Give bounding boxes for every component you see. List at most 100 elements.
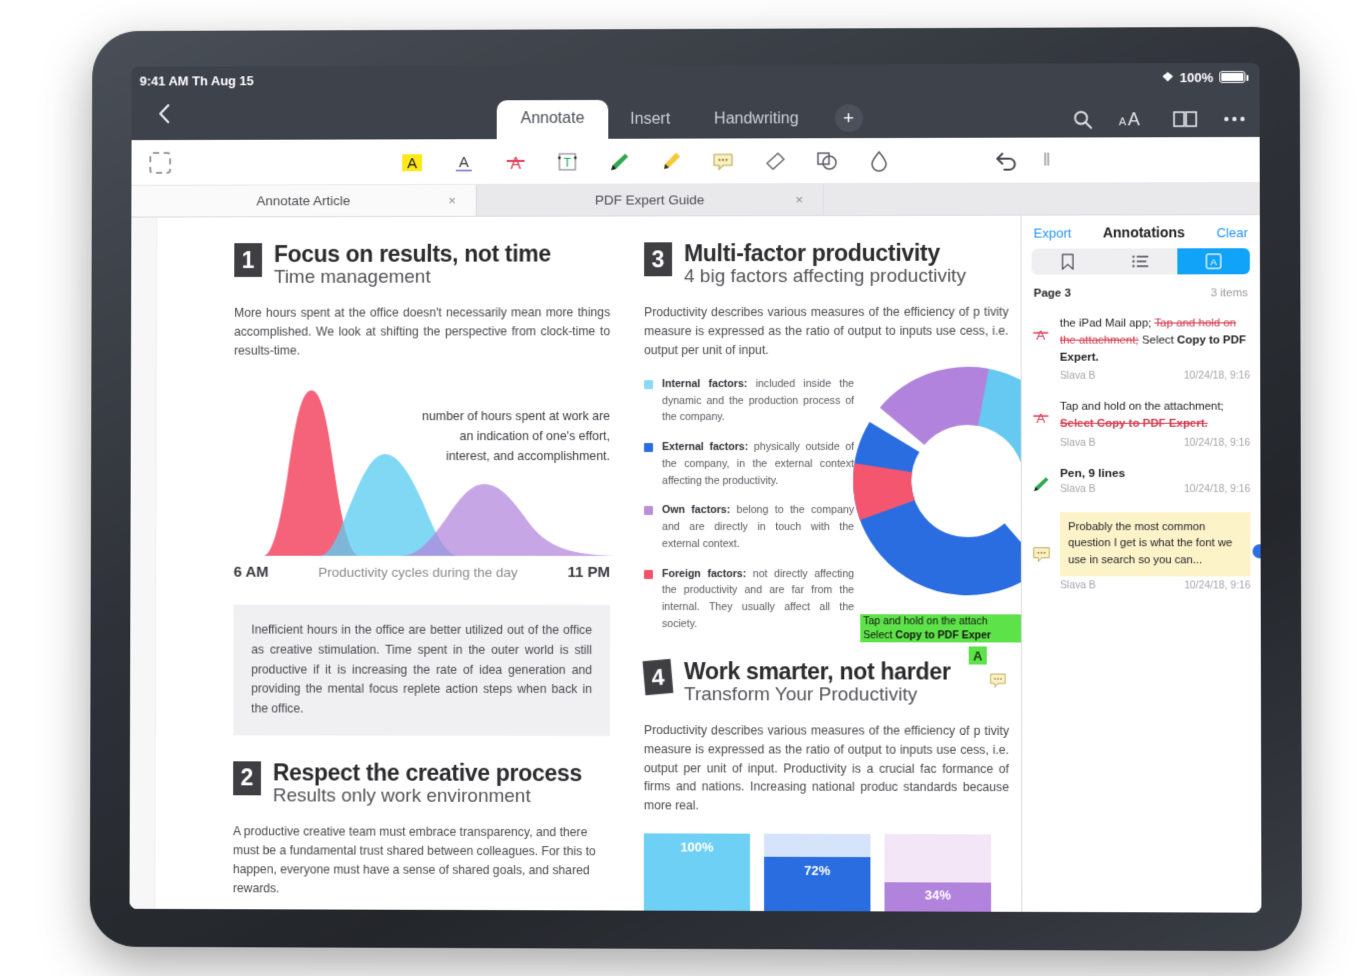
svg-text:A: A [1036, 327, 1045, 342]
pdf-page-view[interactable]: 1 Focus on results, not time Time manage… [129, 215, 1022, 912]
note-icon[interactable] [989, 673, 1021, 694]
tab-handwriting[interactable]: Handwriting [692, 101, 820, 138]
list-item[interactable]: Probably the most common question I get … [1022, 503, 1261, 600]
pdf-page: 1 Focus on results, not time Time manage… [155, 216, 1021, 912]
add-tab-button[interactable]: + [834, 104, 863, 133]
factor-text: External factors: physically outside of … [662, 439, 854, 489]
axis-end-label: 11 PM [567, 563, 611, 581]
annotation-text: the iPad Mail app; Tap and hold on the a… [1060, 315, 1250, 367]
annotation-author: Slava B [1059, 371, 1096, 383]
more-options-icon[interactable] [1223, 116, 1245, 122]
list-item[interactable]: A Tap and hold on the attachment; Select … [1022, 390, 1261, 457]
export-button[interactable]: Export [1034, 225, 1072, 240]
section-title: Respect the creative process [272, 759, 582, 786]
comment-note-tool[interactable] [710, 148, 736, 174]
annotations-icon: A [1205, 253, 1221, 269]
tab-insert[interactable]: Insert [608, 102, 692, 139]
list-item: Internal factors: included inside the dy… [644, 376, 854, 426]
highlight-text-tool[interactable]: A [399, 149, 425, 175]
section-subtitle: Results only work environment [272, 785, 531, 808]
clear-button[interactable]: Clear [1216, 225, 1247, 240]
segment-annotations[interactable]: A [1176, 248, 1250, 275]
search-icon[interactable] [1073, 109, 1093, 129]
svg-text:A: A [1036, 411, 1045, 426]
factor-list: Internal factors: included inside the dy… [643, 376, 854, 646]
highlight-line-2-plain: Select [863, 629, 896, 642]
bookmark-icon [1061, 253, 1075, 270]
marquee-select-tool[interactable] [149, 151, 172, 174]
annotations-list[interactable]: A the iPad Mail app; Tap and hold on the… [1022, 306, 1262, 912]
text-box-tool[interactable]: T [554, 148, 580, 174]
app-screen: 9:41 AM Th Aug 15 ❖ 100% Annotate Insert… [129, 62, 1262, 913]
items-count-label: 3 items [1210, 287, 1248, 300]
device-screen-bezel: 9:41 AM Th Aug 15 ❖ 100% Annotate Insert… [129, 62, 1262, 913]
annotation-text-plain-1: the iPad Mail app; [1059, 317, 1155, 330]
side-panel-title: Annotations [1102, 224, 1185, 241]
underline-text-tool[interactable]: A [451, 149, 477, 175]
section-subtitle: Time management [273, 267, 431, 289]
factor-term: Internal factors: [662, 377, 748, 391]
segment-outline[interactable] [1104, 248, 1177, 274]
highlight-line-1: Tap and hold on the attach [860, 614, 1021, 629]
section-number-badge: 4 [642, 658, 674, 695]
annotation-author: Slava B [1060, 483, 1096, 495]
highlight-badge-a[interactable]: A [968, 646, 987, 665]
donut-chart [852, 366, 1021, 597]
factor-text: Own factors: belong to the company and a… [662, 502, 854, 552]
doc-tab-empty-space [824, 183, 1260, 216]
section-4-body: Productivity describes various measures … [643, 722, 1010, 813]
main-content-row: 1 Focus on results, not time Time manage… [129, 215, 1262, 913]
text-size-icon[interactable]: AA [1119, 109, 1147, 129]
doc-tab-annotate-article[interactable]: Annotate Article × [131, 184, 477, 217]
side-panel-header: Export Annotations Clear [1021, 215, 1259, 249]
section-subtitle: 4 big factors affecting productivity [684, 266, 966, 288]
note-icon [1030, 512, 1052, 592]
annotation-title: Pen, 9 lines [1059, 465, 1126, 480]
battery-icon [1219, 70, 1246, 84]
doc-tab-label: Annotate Article [256, 193, 351, 209]
battery-percent-label: 100% [1179, 69, 1214, 85]
doc-tab-pdf-expert-guide[interactable]: PDF Expert Guide × [476, 184, 825, 216]
status-time-date: 9:41 AM Th Aug 15 [139, 72, 254, 89]
panel-resize-handle[interactable] [1252, 544, 1262, 559]
close-icon[interactable]: × [448, 193, 456, 208]
shapes-tool[interactable] [814, 148, 840, 174]
strikethrough-text-tool[interactable]: A [503, 148, 529, 174]
annotation-author: Slava B [1059, 437, 1096, 449]
svg-text:A: A [1119, 116, 1127, 128]
svg-text:A: A [1210, 257, 1217, 268]
list-item: External factors: physically outside of … [644, 439, 854, 489]
vbar-2-label: 72% [764, 857, 871, 912]
toolbar-divider-handle[interactable]: ‖ [1043, 149, 1049, 171]
chevron-left-icon[interactable] [157, 103, 171, 124]
grid-view-icon[interactable] [195, 105, 213, 122]
factors-and-donut: Internal factors: included inside the dy… [643, 360, 1009, 646]
factor-color-swatch [644, 443, 654, 453]
annotation-date: 10/24/18, 9:16 [1183, 483, 1251, 495]
outline-list-icon [1132, 255, 1149, 268]
section-1-heading: 1 Focus on results, not time Time manage… [234, 240, 610, 290]
pen-tool[interactable] [606, 148, 632, 174]
segment-bookmarks[interactable] [1032, 248, 1105, 274]
nav-right-actions: AA [1073, 109, 1246, 130]
list-item[interactable]: Pen, 9 lines Slava B 10/24/18, 9:16 [1022, 456, 1261, 502]
productivity-curve-chart: number of hours spent at work are an ind… [234, 380, 625, 560]
section-title: Multi-factor productivity [684, 239, 940, 267]
toolbar-right-actions: ‖ [994, 147, 1049, 173]
factor-text: Foreign factors: not directly affecting … [662, 566, 854, 633]
section-title: Focus on results, not time [273, 240, 551, 267]
ink-color-tool[interactable] [866, 147, 892, 173]
list-item[interactable]: A the iPad Mail app; Tap and hold on the… [1022, 306, 1261, 390]
close-icon[interactable]: × [795, 192, 803, 207]
section-3-heading: 3 Multi-factor productivity 4 big factor… [644, 239, 1008, 290]
document-tab-strip: Annotate Article × PDF Expert Guide × [131, 183, 1260, 218]
highlighter-marker-tool[interactable] [658, 148, 684, 174]
bluetooth-icon: ❖ [1161, 69, 1174, 85]
reading-mode-icon[interactable] [1173, 110, 1197, 128]
axis-start-label: 6 AM [233, 563, 269, 581]
undo-button[interactable] [994, 147, 1020, 173]
eraser-tool[interactable] [762, 148, 788, 174]
annotation-text-struck: Select Copy to PDF Expert. [1059, 418, 1208, 431]
tab-annotate[interactable]: Annotate [496, 99, 609, 140]
floating-highlight-annotation[interactable]: Tap and hold on the attach Select Copy t… [860, 614, 1021, 693]
